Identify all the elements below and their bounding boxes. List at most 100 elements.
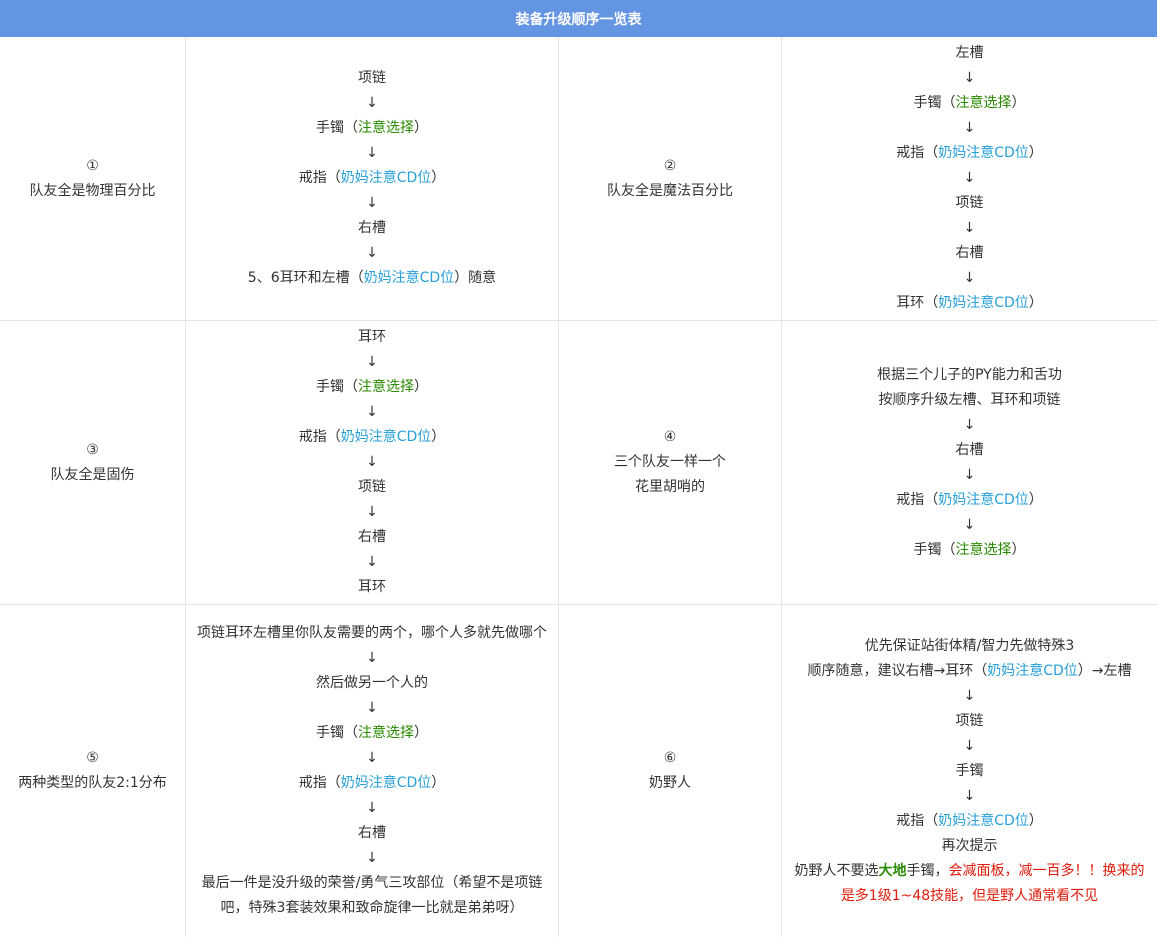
- team-type-cell: ② 队友全是魔法百分比: [559, 37, 782, 320]
- down-arrow: ↓: [963, 416, 976, 433]
- order-step: 根据三个儿子的PY能力和舌功: [877, 366, 1062, 383]
- team-type-label: 两种类型的队友2:1分布: [18, 775, 167, 791]
- case-number: ④: [663, 429, 677, 445]
- order-step: 戒指（奶妈注意CD位）: [298, 170, 446, 186]
- order-step: 耳环（奶妈注意CD位）: [896, 295, 1043, 311]
- upgrade-order-cell: 项链耳环左槽里你队友需要的两个，哪个人多就先做哪个 ↓ 然后做另一个人的 ↓ 手…: [186, 605, 559, 937]
- order-step: 右槽: [955, 245, 984, 261]
- down-arrow: ↓: [963, 516, 976, 533]
- order-step: 手镯（注意选择）: [316, 725, 428, 741]
- upgrade-order-cell: 耳环 ↓ 手镯（注意选择） ↓ 戒指（奶妈注意CD位） ↓ 项链 ↓ 右槽 ↓ …: [186, 321, 559, 604]
- down-arrow: ↓: [963, 787, 976, 804]
- order-step: 项链: [358, 479, 386, 495]
- down-arrow: ↓: [963, 466, 976, 483]
- order-step: 最后一件是没升级的荣誉/勇气三攻部位（希望不是项链吧，特殊3套装效果和致命旋律一…: [201, 875, 543, 916]
- team-type-cell: ⑥ 奶野人: [559, 605, 782, 937]
- down-arrow: ↓: [366, 650, 378, 666]
- order-step: 戒指（奶妈注意CD位）: [896, 491, 1043, 508]
- down-arrow: ↓: [366, 404, 378, 420]
- down-arrow: ↓: [366, 554, 378, 570]
- down-arrow: ↓: [963, 170, 976, 186]
- order-step: 耳环: [358, 579, 386, 595]
- order-step: 手镯（注意选择）: [913, 95, 1026, 111]
- order-step: 右槽: [358, 529, 386, 545]
- order-step: 5、6耳环和左槽（奶妈注意CD位）随意: [247, 270, 497, 286]
- order-step: 左槽: [955, 45, 984, 61]
- down-arrow: ↓: [366, 454, 378, 470]
- order-step: 项链: [955, 195, 984, 211]
- team-type-label: 队友全是魔法百分比: [607, 182, 733, 199]
- order-step: 戒指（奶妈注意CD位）: [896, 145, 1043, 161]
- down-arrow: ↓: [963, 220, 976, 236]
- order-step: 然后做另一个人的: [316, 675, 428, 691]
- down-arrow: ↓: [366, 95, 378, 111]
- order-step: 项链: [358, 70, 386, 86]
- order-step: 优先保证站街体精/智力先做特殊3: [864, 637, 1075, 654]
- table-row: ⑤ 两种类型的队友2:1分布 项链耳环左槽里你队友需要的两个，哪个人多就先做哪个…: [0, 605, 1157, 937]
- order-step: 戒指（奶妈注意CD位）: [298, 775, 446, 791]
- case-number: ①: [86, 157, 99, 174]
- note-blue: 奶妈注意CD位: [938, 491, 1029, 508]
- down-arrow: ↓: [366, 145, 378, 161]
- order-step: 项链: [955, 712, 984, 729]
- down-arrow: ↓: [366, 245, 378, 261]
- order-step: 手镯（注意选择）: [913, 541, 1026, 558]
- down-arrow: ↓: [963, 120, 976, 136]
- team-type-cell: ③ 队友全是固伤: [0, 321, 186, 604]
- down-arrow: ↓: [366, 354, 378, 370]
- order-step: 右槽: [955, 441, 984, 458]
- down-arrow: ↓: [366, 195, 378, 211]
- down-arrow: ↓: [366, 850, 378, 866]
- team-type-cell: ④ 三个队友一样一个 花里胡哨的: [559, 321, 782, 604]
- team-type-label: 花里胡哨的: [635, 479, 705, 495]
- note-blue: 奶妈注意CD位: [938, 812, 1029, 829]
- order-step: 按顺序升级左槽、耳环和项链: [878, 391, 1061, 408]
- order-step: 手镯（注意选择）: [316, 379, 428, 395]
- team-type-label: 队友全是固伤: [50, 466, 135, 483]
- upgrade-order-cell: 项链 ↓ 手镯（注意选择） ↓ 戒指（奶妈注意CD位） ↓ 右槽 ↓ 5、6耳环…: [186, 37, 559, 320]
- case-number: ⑤: [86, 750, 99, 766]
- table-title: 装备升级顺序一览表: [0, 0, 1157, 37]
- note-blue: 奶妈注意CD位: [340, 775, 432, 791]
- note-green: 注意选择: [955, 541, 1012, 558]
- team-type-label: 三个队友一样一个: [614, 454, 726, 470]
- note-green: 注意选择: [358, 379, 414, 395]
- table-row: ① 队友全是物理百分比 项链 ↓ 手镯（注意选择） ↓ 戒指（奶妈注意CD位） …: [0, 37, 1157, 321]
- order-step: 右槽: [358, 825, 386, 841]
- down-arrow: ↓: [963, 270, 976, 286]
- note-bold-green: 大地: [878, 862, 907, 879]
- down-arrow: ↓: [963, 70, 976, 86]
- note-blue: 奶妈注意CD位: [987, 662, 1078, 679]
- note-blue: 奶妈注意CD位: [340, 170, 432, 186]
- order-step: 顺序随意，建议右槽→耳环（奶妈注意CD位）→左槽: [807, 662, 1132, 679]
- order-step: 手镯（注意选择）: [316, 120, 428, 136]
- down-arrow: ↓: [963, 687, 976, 704]
- warning-note: 奶野人不要选大地手镯，会减面板，减一百多！！换来的是多1级1~48技能，但是野人…: [794, 862, 1145, 904]
- case-number: ⑥: [663, 750, 677, 766]
- note-blue: 奶妈注意CD位: [938, 295, 1029, 311]
- down-arrow: ↓: [366, 700, 378, 716]
- note-green: 注意选择: [358, 120, 414, 136]
- note-blue: 奶妈注意CD位: [363, 270, 455, 286]
- team-type-cell: ⑤ 两种类型的队友2:1分布: [0, 605, 186, 937]
- upgrade-order-cell: 根据三个儿子的PY能力和舌功 按顺序升级左槽、耳环和项链 ↓ 右槽 ↓ 戒指（奶…: [782, 321, 1157, 604]
- table-row: ③ 队友全是固伤 耳环 ↓ 手镯（注意选择） ↓ 戒指（奶妈注意CD位） ↓ 项…: [0, 321, 1157, 605]
- order-step: 右槽: [358, 220, 386, 236]
- down-arrow: ↓: [366, 504, 378, 520]
- upgrade-order-cell: 左槽 ↓ 手镯（注意选择） ↓ 戒指（奶妈注意CD位） ↓ 项链 ↓ 右槽 ↓ …: [782, 37, 1157, 320]
- team-type-label: 奶野人: [649, 775, 691, 791]
- case-number: ③: [86, 441, 99, 458]
- order-step: 戒指（奶妈注意CD位）: [896, 812, 1043, 829]
- order-step: 戒指（奶妈注意CD位）: [298, 429, 446, 445]
- order-step: 手镯: [955, 762, 984, 779]
- note-blue: 奶妈注意CD位: [938, 145, 1029, 161]
- case-number: ②: [663, 157, 677, 174]
- reminder-label: 再次提示: [941, 837, 998, 854]
- note-blue: 奶妈注意CD位: [340, 429, 432, 445]
- team-type-label: 队友全是物理百分比: [29, 182, 156, 199]
- upgrade-order-cell: 优先保证站街体精/智力先做特殊3 顺序随意，建议右槽→耳环（奶妈注意CD位）→左…: [782, 605, 1157, 937]
- down-arrow: ↓: [366, 750, 378, 766]
- note-green: 注意选择: [358, 725, 414, 741]
- note-green: 注意选择: [955, 95, 1012, 111]
- down-arrow: ↓: [963, 737, 976, 754]
